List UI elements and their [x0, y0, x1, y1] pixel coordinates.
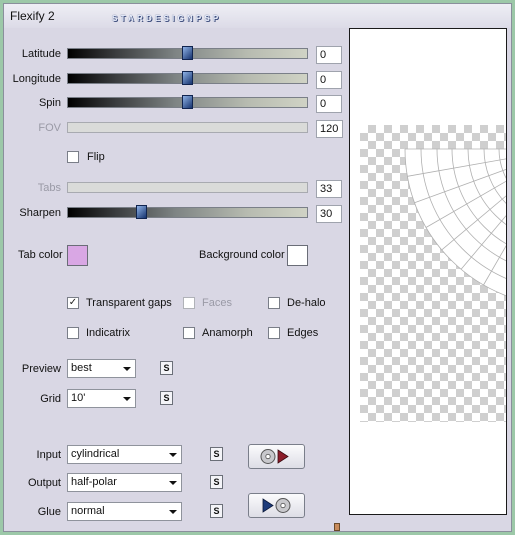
latitude-label: Latitude [21, 48, 61, 60]
preview-label: Preview [21, 363, 61, 375]
sharpen-slider-thumb[interactable] [136, 205, 147, 219]
transparent-gaps-checkbox[interactable]: ✓ [67, 297, 79, 309]
glue-select-value: normal [71, 505, 105, 517]
tabs-label: Tabs [37, 182, 61, 194]
sharpen-slider[interactable] [67, 205, 308, 219]
spin-value[interactable]: 0 [316, 95, 342, 113]
sharpen-label: Sharpen [19, 207, 61, 219]
edges-checkbox[interactable] [268, 327, 280, 339]
sharpen-value[interactable]: 30 [316, 205, 342, 223]
grid-select[interactable]: 10' [67, 389, 136, 408]
tabs-value[interactable]: 33 [316, 180, 342, 198]
grid-select-value: 10' [71, 392, 86, 404]
preview-pane[interactable] [349, 28, 507, 515]
transparent-gaps-label: Transparent gaps [86, 297, 172, 309]
edges-label: Edges [287, 327, 319, 339]
chevron-down-icon [169, 481, 177, 485]
faces-label: Faces [202, 297, 232, 309]
longitude-value[interactable]: 0 [316, 71, 342, 89]
indicatrix-checkbox[interactable] [67, 327, 79, 339]
chevron-down-icon [169, 453, 177, 457]
background-color-label: Background color [199, 249, 285, 261]
longitude-label: Longitude [12, 73, 61, 85]
faces-checkbox [183, 297, 195, 309]
polar-grid-preview [404, 148, 506, 297]
anamorph-label: Anamorph [202, 327, 253, 339]
output-label: Output [27, 477, 61, 489]
output-s-button[interactable]: S [210, 475, 223, 489]
chevron-down-icon [123, 397, 131, 401]
tab-color-swatch[interactable] [67, 245, 88, 266]
tabs-slider [67, 182, 308, 193]
anamorph-checkbox[interactable] [183, 327, 195, 339]
input-select[interactable]: cylindrical [67, 445, 182, 464]
background-color-swatch[interactable] [287, 245, 308, 266]
fov-label: FOV [38, 122, 61, 134]
watermark-text: STARDESIGNPSP [112, 14, 222, 23]
fov-slider [67, 122, 308, 133]
grid-s-button[interactable]: S [160, 391, 173, 405]
glue-label: Glue [37, 506, 61, 518]
play-disc-icon [262, 498, 291, 513]
indicatrix-label: Indicatrix [86, 327, 131, 339]
preview-select[interactable]: best [67, 359, 136, 378]
output-select[interactable]: half-polar [67, 473, 182, 492]
latitude-value[interactable]: 0 [316, 46, 342, 64]
chevron-down-icon [123, 367, 131, 371]
convert-backward-button[interactable] [248, 493, 305, 518]
latitude-slider[interactable] [67, 46, 308, 60]
flip-label: Flip [87, 151, 105, 163]
de-halo-checkbox[interactable] [268, 297, 280, 309]
longitude-slider-thumb[interactable] [182, 71, 193, 85]
spin-label: Spin [38, 97, 61, 109]
spin-slider[interactable] [67, 95, 308, 109]
resize-handle[interactable] [334, 523, 340, 531]
longitude-slider[interactable] [67, 71, 308, 85]
fov-value[interactable]: 120 [316, 120, 343, 138]
title-bar: Flexify 2 STARDESIGNPSP [4, 4, 511, 28]
tab-color-label: Tab color [18, 249, 63, 261]
preview-select-value: best [71, 362, 92, 374]
flip-checkbox[interactable] [67, 151, 79, 163]
convert-forward-button[interactable] [248, 444, 305, 469]
input-s-button[interactable]: S [210, 447, 223, 461]
de-halo-label: De-halo [287, 297, 326, 309]
input-label: Input [36, 449, 61, 461]
disc-play-icon [260, 449, 289, 464]
output-select-value: half-polar [71, 476, 117, 488]
preview-s-button[interactable]: S [160, 361, 173, 375]
glue-s-button[interactable]: S [210, 504, 223, 518]
latitude-slider-thumb[interactable] [182, 46, 193, 60]
window-title: Flexify 2 [10, 9, 55, 23]
chevron-down-icon [169, 510, 177, 514]
input-select-value: cylindrical [71, 448, 120, 460]
spin-slider-thumb[interactable] [182, 95, 193, 109]
glue-select[interactable]: normal [67, 502, 182, 521]
grid-label: Grid [40, 393, 61, 405]
